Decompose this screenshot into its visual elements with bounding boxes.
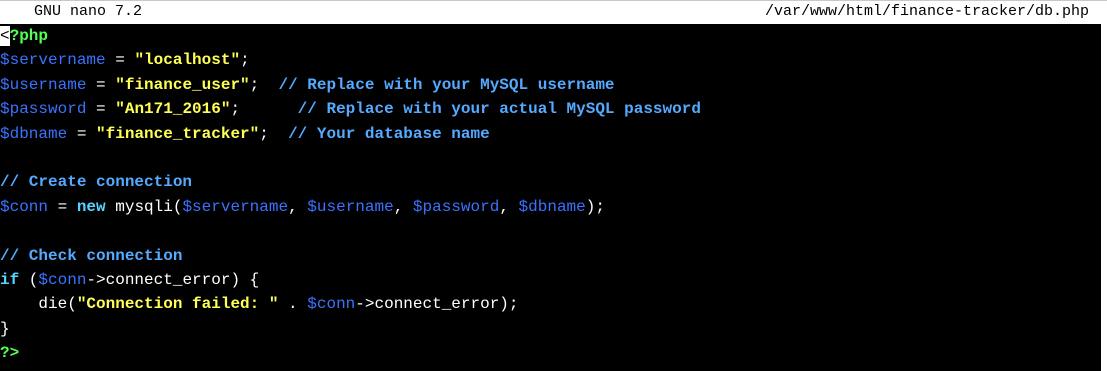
code-comment: // Your database name xyxy=(288,124,490,143)
editor-version-label: GNU nano 7.2 xyxy=(34,3,143,20)
code-string: "finance_user" xyxy=(115,75,250,94)
code-line[interactable]: } xyxy=(0,317,1107,341)
code-comment: // Replace with your MySQL username xyxy=(278,75,615,94)
code-line[interactable]: $password = "An171_2016"; // Replace wit… xyxy=(0,97,1107,121)
code-text: die( xyxy=(0,295,77,314)
code-line[interactable]: <?php xyxy=(0,24,1107,48)
code-text: = xyxy=(86,100,116,119)
editor-text-area[interactable]: <?php $servername = "localhost"; $username… xyxy=(0,24,1107,371)
code-line[interactable]: ?> xyxy=(0,341,1107,365)
code-text: ; xyxy=(240,51,250,70)
code-text: ( xyxy=(19,270,39,289)
code-string: "localhost" xyxy=(134,51,241,70)
code-line[interactable]: $dbname = "finance_tracker"; // Your dat… xyxy=(0,122,1107,146)
code-variable: $conn xyxy=(38,270,87,289)
code-variable: $username xyxy=(0,75,87,94)
nano-terminal-window[interactable]: GNU nano 7.2 /var/www/html/finance-track… xyxy=(0,0,1107,371)
code-comment: // Create connection xyxy=(0,173,193,192)
code-line[interactable] xyxy=(0,146,1107,170)
code-variable: $conn xyxy=(0,197,49,216)
code-text: } xyxy=(0,319,10,338)
code-text: = xyxy=(67,124,97,143)
code-text: = xyxy=(48,197,77,216)
file-path-label: /var/www/html/finance-tracker/db.php xyxy=(764,3,1089,20)
code-text: ->connect_error); xyxy=(355,295,519,314)
code-keyword: if xyxy=(0,270,20,289)
code-text: ; xyxy=(259,124,289,143)
code-comment: // Check connection xyxy=(0,246,183,265)
window-edge xyxy=(1101,24,1107,371)
code-line[interactable] xyxy=(0,219,1107,243)
code-keyword: new xyxy=(76,197,106,216)
code-text: , xyxy=(393,197,413,216)
code-variable: $password xyxy=(0,100,87,119)
code-text: ); xyxy=(585,197,605,216)
code-text: = xyxy=(105,51,135,70)
code-text: = xyxy=(86,75,116,94)
code-variable: $dbname xyxy=(518,197,586,216)
code-line[interactable]: // Create connection xyxy=(0,170,1107,194)
code-line[interactable]: if ($conn->connect_error) { xyxy=(0,268,1107,292)
code-line[interactable]: $username = "finance_user"; // Replace w… xyxy=(0,73,1107,97)
code-variable: $dbname xyxy=(0,124,68,143)
code-string: "Connection failed: " xyxy=(76,295,279,314)
code-variable: $servername xyxy=(0,51,106,70)
code-text: mysqli( xyxy=(105,197,183,216)
code-line[interactable]: die("Connection failed: " . $conn->conne… xyxy=(0,292,1107,316)
code-text: , xyxy=(499,197,519,216)
php-tag: ?> xyxy=(0,344,20,363)
code-variable: $servername xyxy=(182,197,289,216)
code-variable: $conn xyxy=(307,295,356,314)
code-text: . xyxy=(278,295,308,314)
code-comment: // Replace with your actual MySQL passwo… xyxy=(297,100,701,119)
php-tag: ?php xyxy=(9,27,48,45)
code-text: , xyxy=(288,197,308,216)
code-text: ->connect_error) { xyxy=(86,270,260,289)
code-text: ; xyxy=(249,75,279,94)
nano-title-bar: GNU nano 7.2 /var/www/html/finance-track… xyxy=(0,0,1107,24)
code-string: "An171_2016" xyxy=(115,100,231,119)
code-text: ; xyxy=(230,100,298,119)
code-line[interactable]: $conn = new mysqli($servername, $usernam… xyxy=(0,195,1107,219)
code-line[interactable]: $servername = "localhost"; xyxy=(0,48,1107,72)
code-line[interactable]: // Check connection xyxy=(0,244,1107,268)
code-variable: $password xyxy=(412,197,500,216)
code-string: "finance_tracker" xyxy=(96,124,260,143)
text-cursor: < xyxy=(0,26,10,46)
code-variable: $username xyxy=(307,197,394,216)
